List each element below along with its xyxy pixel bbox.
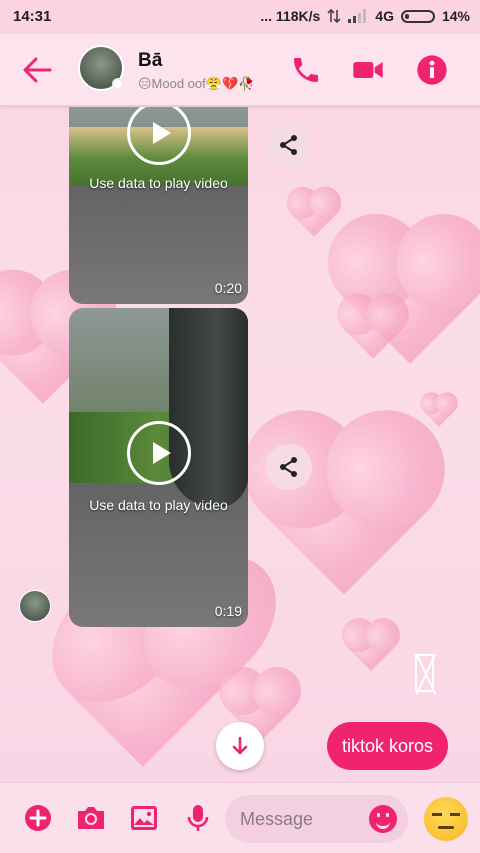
chat-header: Bā 😑Mood oof😤💔🥀 bbox=[0, 34, 480, 106]
image-icon[interactable] bbox=[129, 803, 159, 833]
message-composer: Message bbox=[0, 782, 480, 853]
phone-icon[interactable] bbox=[290, 54, 322, 86]
message-input[interactable]: Message bbox=[225, 795, 408, 843]
contact-name[interactable]: Bā bbox=[138, 50, 162, 72]
contact-status: 😑Mood oof😤💔🥀 bbox=[138, 76, 255, 91]
share-glyph bbox=[280, 135, 297, 155]
back-arrow-icon[interactable] bbox=[22, 56, 52, 84]
arrow-down-icon bbox=[232, 736, 248, 755]
network-type: 4G bbox=[375, 8, 394, 24]
background-heart bbox=[423, 395, 455, 427]
status-time: 14:31 bbox=[13, 8, 52, 25]
status-bar: 14:31 ... 118K/s 4G 14% bbox=[0, 0, 480, 34]
video-call-icon[interactable] bbox=[352, 54, 384, 86]
scroll-to-bottom-button[interactable] bbox=[216, 722, 264, 770]
background-heart bbox=[343, 299, 403, 359]
unamused-emoji-icon[interactable] bbox=[424, 797, 468, 841]
camera-icon[interactable] bbox=[75, 803, 107, 833]
info-icon[interactable] bbox=[416, 54, 448, 86]
share-icon[interactable] bbox=[266, 122, 312, 168]
battery-icon bbox=[400, 9, 435, 23]
background-heart bbox=[291, 191, 337, 237]
signal-icon bbox=[348, 9, 367, 23]
video-data-label: Use data to play video bbox=[89, 175, 228, 191]
video-data-label: Use data to play video bbox=[89, 497, 228, 513]
share-icon[interactable] bbox=[266, 444, 312, 490]
video-duration: 0:19 bbox=[214, 603, 242, 619]
emoji-icon[interactable] bbox=[369, 805, 397, 833]
battery-level: 14% bbox=[441, 8, 470, 24]
broken-image-placeholder bbox=[415, 654, 434, 692]
video-duration: 0:20 bbox=[214, 280, 242, 296]
data-transfer-icon bbox=[327, 9, 341, 23]
message-placeholder: Message bbox=[240, 808, 314, 829]
video-message[interactable]: Use data to play video 0:19 bbox=[69, 308, 248, 627]
share-glyph bbox=[280, 457, 297, 477]
play-icon[interactable] bbox=[127, 421, 191, 485]
video-thumbnail-figure bbox=[169, 308, 248, 508]
sent-message-bubble[interactable]: tiktok koros bbox=[326, 722, 448, 770]
sender-avatar[interactable] bbox=[19, 590, 51, 622]
online-indicator bbox=[112, 78, 124, 90]
network-speed: ... 118K/s bbox=[260, 8, 321, 24]
plus-icon[interactable] bbox=[23, 803, 53, 833]
background-heart bbox=[346, 622, 396, 672]
status-indicators: ... 118K/s 4G 14% bbox=[260, 8, 470, 24]
video-message[interactable]: Use data to play video 0:20 bbox=[69, 107, 248, 304]
mic-icon[interactable] bbox=[183, 803, 213, 833]
